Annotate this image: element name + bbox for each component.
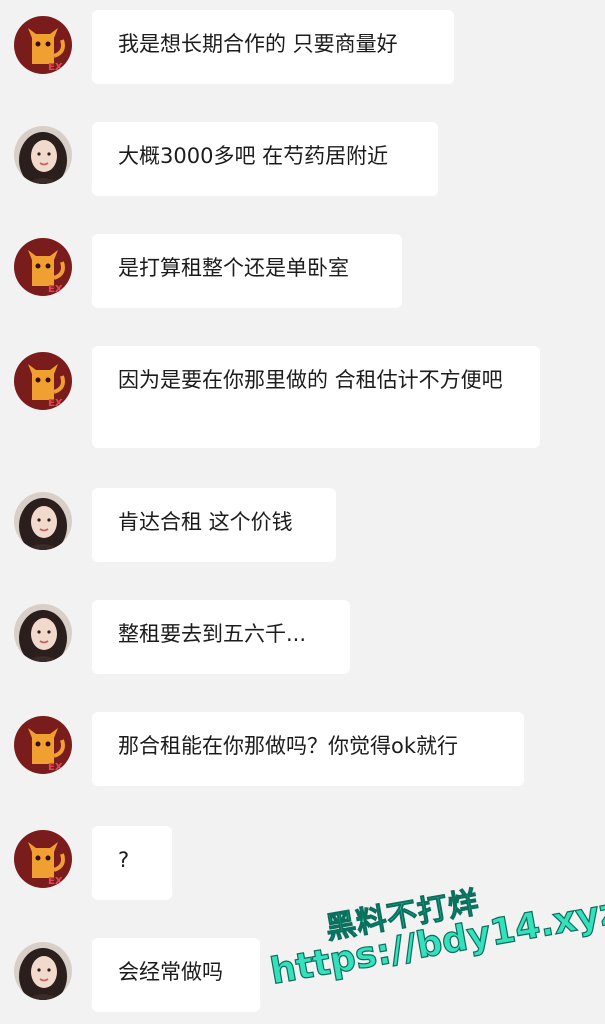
svg-text:EX: EX — [48, 284, 63, 295]
watermark-title: 黑料不打烊 — [323, 885, 483, 947]
message-text: 因为是要在你那里做的 合租估计不方便吧 — [118, 368, 503, 392]
message-bubble[interactable]: 会经常做吗 — [92, 938, 260, 1012]
message-text: 整租要去到五六千... — [118, 622, 307, 646]
message-bubble[interactable]: 是打算租整个还是单卧室 — [92, 234, 402, 308]
girl-avatar[interactable] — [14, 942, 72, 1000]
message-bubble[interactable]: 那合租能在你那做吗？你觉得ok就行 — [92, 712, 524, 786]
chat-conversation: EX 我是想长期合作的 只要商量好 大概3000多吧 在芍药居附近 EX 是打算… — [0, 0, 605, 1024]
cat-avatar[interactable]: EX — [14, 238, 72, 296]
message-text: 肯达合租 这个价钱 — [118, 510, 293, 534]
cat-avatar[interactable]: EX — [14, 352, 72, 410]
message-bubble[interactable]: 大概3000多吧 在芍药居附近 — [92, 122, 438, 196]
message-bubble[interactable]: 肯达合租 这个价钱 — [92, 488, 336, 562]
message-text: 会经常做吗 — [118, 960, 223, 984]
message-text: 是打算租整个还是单卧室 — [118, 256, 349, 280]
svg-text:EX: EX — [48, 762, 63, 773]
message-text: ? — [118, 848, 130, 872]
message-bubble[interactable]: ? — [92, 826, 172, 900]
girl-avatar[interactable] — [14, 126, 72, 184]
cat-avatar[interactable]: EX — [14, 716, 72, 774]
message-bubble[interactable]: 我是想长期合作的 只要商量好 — [92, 10, 454, 84]
cat-avatar[interactable]: EX — [14, 16, 72, 74]
svg-text:EX: EX — [48, 876, 63, 887]
message-text: 大概3000多吧 在芍药居附近 — [118, 144, 389, 168]
watermark: 黑料不打烊 https://bdy14.xyz — [261, 863, 605, 1023]
message-bubble[interactable]: 因为是要在你那里做的 合租估计不方便吧 — [92, 346, 540, 448]
message-bubble[interactable]: 整租要去到五六千... — [92, 600, 350, 674]
svg-text:EX: EX — [48, 62, 63, 73]
girl-avatar[interactable] — [14, 604, 72, 662]
girl-avatar[interactable] — [14, 492, 72, 550]
cat-avatar[interactable]: EX — [14, 830, 72, 888]
svg-text:EX: EX — [48, 398, 63, 409]
watermark-url: https://bdy14.xyz — [267, 890, 605, 993]
message-text: 那合租能在你那做吗？你觉得ok就行 — [118, 734, 459, 758]
message-text: 我是想长期合作的 只要商量好 — [118, 32, 398, 56]
